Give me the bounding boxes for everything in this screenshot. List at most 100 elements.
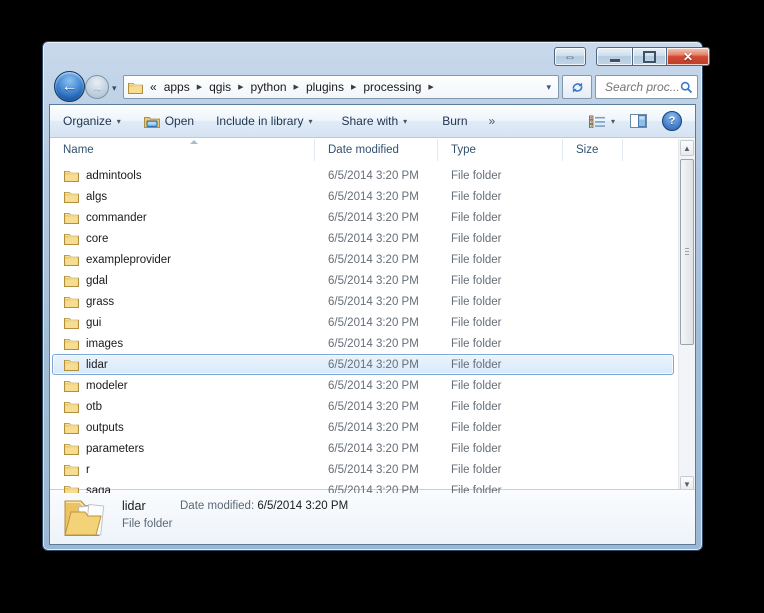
column-header-date-modified[interactable]: Date modified bbox=[315, 139, 438, 161]
scrollbar-thumb[interactable] bbox=[680, 159, 694, 345]
swap-window-button[interactable]: ⇔ bbox=[554, 47, 586, 66]
breadcrumb-overflow[interactable]: « bbox=[145, 80, 161, 94]
file-type: File folder bbox=[438, 254, 563, 266]
file-type: File folder bbox=[438, 464, 563, 476]
table-row[interactable]: algs 6/5/2014 3:20 PM File folder bbox=[50, 186, 678, 207]
column-header-name[interactable]: Name bbox=[50, 139, 315, 161]
breadcrumb-item[interactable]: qgis bbox=[206, 80, 234, 94]
search-icon[interactable] bbox=[680, 81, 693, 94]
table-row[interactable]: otb 6/5/2014 3:20 PM File folder bbox=[50, 396, 678, 417]
forward-button[interactable]: → bbox=[85, 75, 109, 99]
file-name-cell: outputs bbox=[50, 421, 315, 434]
breadcrumb-separator-icon[interactable]: ▶ bbox=[290, 83, 303, 91]
address-bar[interactable]: « apps ▶ qgis ▶ python ▶ plugins ▶ proce… bbox=[123, 75, 559, 99]
file-name-cell: images bbox=[50, 337, 315, 350]
command-toolbar: Organize ▾ Open Include in library ▾ Sha… bbox=[50, 105, 695, 138]
file-name: admintools bbox=[86, 170, 142, 182]
table-row[interactable]: outputs 6/5/2014 3:20 PM File folder bbox=[50, 417, 678, 438]
details-date-modified: Date modified: 6/5/2014 3:20 PM bbox=[180, 500, 348, 512]
table-row[interactable]: modeler 6/5/2014 3:20 PM File folder bbox=[50, 375, 678, 396]
breadcrumb-separator-icon[interactable]: ▶ bbox=[193, 83, 206, 91]
breadcrumb-item[interactable]: plugins bbox=[303, 80, 347, 94]
table-row[interactable]: exampleprovider 6/5/2014 3:20 PM File fo… bbox=[50, 249, 678, 270]
table-row[interactable]: images 6/5/2014 3:20 PM File folder bbox=[50, 333, 678, 354]
double-chevron-icon: » bbox=[489, 114, 496, 128]
file-date: 6/5/2014 3:20 PM bbox=[315, 401, 438, 413]
sort-ascending-icon bbox=[190, 140, 198, 144]
toolbar-overflow-button[interactable]: » bbox=[489, 114, 496, 128]
close-button[interactable]: ✕ bbox=[666, 47, 710, 66]
help-button[interactable]: ? bbox=[662, 111, 682, 131]
breadcrumb-item[interactable]: processing bbox=[360, 80, 424, 94]
table-row[interactable]: admintools 6/5/2014 3:20 PM File folder bbox=[50, 165, 678, 186]
refresh-button[interactable] bbox=[562, 75, 592, 99]
search-box[interactable] bbox=[595, 75, 698, 99]
file-name-cell: exampleprovider bbox=[50, 253, 315, 266]
folder-icon-slot bbox=[64, 253, 79, 266]
table-row[interactable]: gui 6/5/2014 3:20 PM File folder bbox=[50, 312, 678, 333]
table-row[interactable]: parameters 6/5/2014 3:20 PM File folder bbox=[50, 438, 678, 459]
file-name: commander bbox=[86, 212, 147, 224]
breadcrumb-separator-icon[interactable]: ▶ bbox=[234, 83, 247, 91]
file-date: 6/5/2014 3:20 PM bbox=[315, 464, 438, 476]
share-label: Share with bbox=[341, 114, 398, 128]
breadcrumb-item[interactable]: python bbox=[248, 80, 290, 94]
folder-icon bbox=[64, 169, 79, 182]
forward-arrow-icon: → bbox=[91, 80, 103, 94]
file-name-cell: algs bbox=[50, 190, 315, 203]
swap-arrows-icon: ⇔ bbox=[564, 49, 577, 64]
file-list-body: admintools 6/5/2014 3:20 PM File folder … bbox=[50, 161, 678, 493]
include-in-library-button[interactable]: Include in library ▾ bbox=[216, 114, 312, 128]
recent-pages-dropdown[interactable]: ▾ bbox=[112, 83, 117, 94]
table-row[interactable]: commander 6/5/2014 3:20 PM File folder bbox=[50, 207, 678, 228]
chevron-down-icon: ▾ bbox=[403, 117, 407, 126]
views-button[interactable]: ▾ bbox=[589, 115, 615, 128]
folder-icon-slot bbox=[64, 379, 79, 392]
file-name: saga bbox=[86, 485, 111, 494]
folder-icon-slot bbox=[64, 232, 79, 245]
folder-icon bbox=[64, 295, 79, 308]
file-name: images bbox=[86, 338, 123, 350]
file-name-cell: grass bbox=[50, 295, 315, 308]
address-dropdown-icon[interactable]: ▾ bbox=[546, 82, 554, 93]
organize-button[interactable]: Organize ▾ bbox=[63, 114, 121, 128]
title-bar[interactable]: ⇔ ✕ bbox=[43, 42, 702, 70]
open-button[interactable]: Open bbox=[144, 114, 194, 128]
minimize-button[interactable] bbox=[596, 47, 632, 66]
folder-icon-slot bbox=[64, 274, 79, 287]
table-row[interactable]: r 6/5/2014 3:20 PM File folder bbox=[50, 459, 678, 480]
file-name: algs bbox=[86, 191, 107, 203]
preview-pane-button[interactable] bbox=[630, 114, 647, 128]
include-label: Include in library bbox=[216, 114, 303, 128]
file-name-cell: gui bbox=[50, 316, 315, 329]
breadcrumb-item[interactable]: apps bbox=[161, 80, 193, 94]
search-input[interactable] bbox=[603, 79, 680, 95]
share-with-button[interactable]: Share with ▾ bbox=[341, 114, 407, 128]
file-name: lidar bbox=[86, 359, 108, 371]
breadcrumb-separator-icon[interactable]: ▶ bbox=[347, 83, 360, 91]
column-header-type[interactable]: Type bbox=[438, 139, 563, 161]
file-date: 6/5/2014 3:20 PM bbox=[315, 317, 438, 329]
file-name-cell: saga bbox=[50, 484, 315, 493]
burn-button[interactable]: Burn bbox=[442, 114, 467, 128]
file-name: modeler bbox=[86, 380, 128, 392]
back-button[interactable]: ← bbox=[54, 71, 85, 102]
file-name: grass bbox=[86, 296, 114, 308]
chevron-down-icon: ▾ bbox=[308, 117, 312, 126]
vertical-scrollbar[interactable]: ▲ ▼ bbox=[678, 139, 695, 493]
maximize-button[interactable] bbox=[632, 47, 666, 66]
column-header-size[interactable]: Size bbox=[563, 139, 623, 161]
table-row[interactable]: lidar 6/5/2014 3:20 PM File folder bbox=[50, 354, 678, 375]
scroll-up-button[interactable]: ▲ bbox=[680, 140, 694, 156]
table-row[interactable]: grass 6/5/2014 3:20 PM File folder bbox=[50, 291, 678, 312]
breadcrumb-separator-icon[interactable]: ▶ bbox=[424, 83, 437, 91]
folder-icon-slot bbox=[64, 484, 79, 493]
table-row[interactable]: core 6/5/2014 3:20 PM File folder bbox=[50, 228, 678, 249]
folder-icon bbox=[64, 484, 79, 493]
file-date: 6/5/2014 3:20 PM bbox=[315, 359, 438, 371]
folder-icon-slot bbox=[64, 421, 79, 434]
folder-icon-slot bbox=[64, 358, 79, 371]
file-name: r bbox=[86, 464, 90, 476]
file-name-cell: otb bbox=[50, 400, 315, 413]
table-row[interactable]: gdal 6/5/2014 3:20 PM File folder bbox=[50, 270, 678, 291]
